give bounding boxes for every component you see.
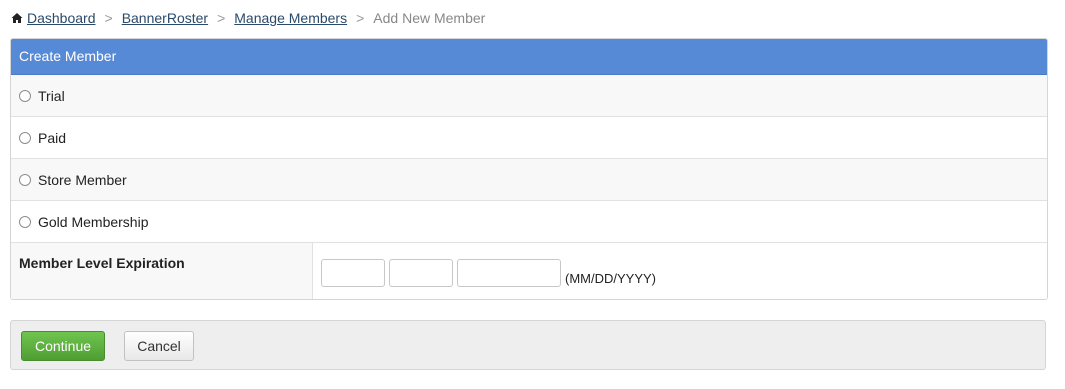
breadcrumb-link-dashboard[interactable]: Dashboard [27, 10, 96, 26]
month-input[interactable] [321, 259, 385, 287]
option-store-member[interactable]: Store Member [11, 159, 1047, 201]
day-input[interactable] [389, 259, 453, 287]
breadcrumb-separator: > [217, 10, 226, 26]
home-icon[interactable] [11, 12, 23, 24]
continue-button[interactable]: Continue [21, 331, 105, 361]
date-format-hint: (MM/DD/YYYY) [565, 270, 656, 286]
option-trial[interactable]: Trial [11, 75, 1047, 117]
expiration-label: Member Level Expiration [11, 243, 313, 299]
radio-button[interactable] [19, 89, 31, 102]
create-member-panel: Create Member Trial Paid Store Member Go… [10, 38, 1048, 300]
breadcrumb-separator: > [356, 10, 365, 26]
action-bar: Continue Cancel [10, 320, 1046, 370]
year-input[interactable] [457, 259, 561, 287]
breadcrumb-current: Add New Member [373, 10, 486, 26]
expiration-row: Member Level Expiration (MM/DD/YYYY) [11, 243, 1047, 299]
radio-button[interactable] [19, 131, 31, 144]
cancel-button[interactable]: Cancel [124, 331, 194, 361]
option-label[interactable]: Gold Membership [38, 214, 149, 230]
option-gold-membership[interactable]: Gold Membership [11, 201, 1047, 243]
panel-title: Create Member [11, 39, 1047, 75]
breadcrumb-link-manage-members[interactable]: Manage Members [234, 10, 347, 26]
breadcrumb-link-bannerroster[interactable]: BannerRoster [122, 10, 208, 26]
breadcrumb: Dashboard > BannerRoster > Manage Member… [11, 9, 485, 27]
radio-button[interactable] [19, 173, 31, 186]
radio-button[interactable] [19, 215, 31, 228]
option-label[interactable]: Trial [38, 88, 65, 104]
option-paid[interactable]: Paid [11, 117, 1047, 159]
option-label[interactable]: Store Member [38, 172, 127, 188]
breadcrumb-separator: > [104, 10, 113, 26]
expiration-fields: (MM/DD/YYYY) [313, 243, 656, 299]
option-label[interactable]: Paid [38, 130, 66, 146]
